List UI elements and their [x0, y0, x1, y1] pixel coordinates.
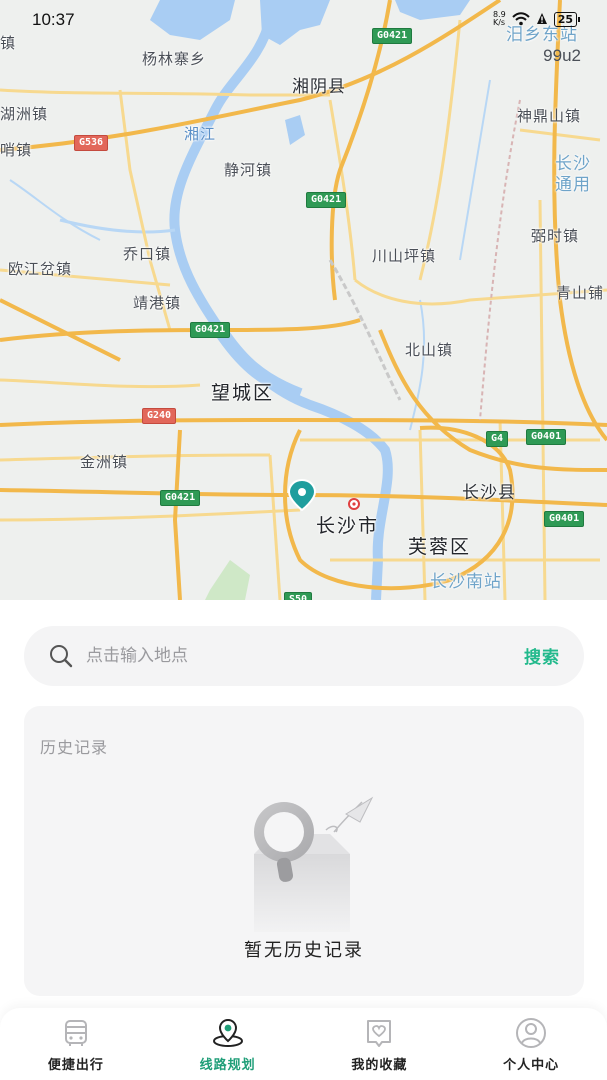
map-version-label: 99u2: [543, 46, 581, 65]
search-input[interactable]: [86, 642, 486, 670]
map-label-river: 湘江: [184, 125, 217, 143]
nav-item-personal-center[interactable]: 个人中心: [455, 1008, 607, 1080]
search-icon: [50, 645, 73, 668]
status-time: 10:37: [32, 10, 75, 29]
map-label-town: 欧江岔镇: [8, 260, 73, 278]
highway-shield: S50: [284, 592, 313, 600]
map-label-town: 北山镇: [405, 341, 454, 359]
location-pin-icon: [287, 478, 317, 512]
highway-shield: G4: [486, 431, 509, 447]
highway-shield: G0421: [190, 322, 231, 338]
map-label-city: 长沙市: [316, 515, 380, 537]
map-label-town: 湖洲镇: [0, 105, 49, 123]
nav-item-convenient-travel[interactable]: 便捷出行: [0, 1008, 152, 1080]
empty-history-text: 暂无历史记录: [244, 940, 364, 961]
battery-icon: 25: [553, 11, 581, 27]
map-label-town: 哨镇: [0, 141, 33, 159]
status-icons: 8.9 K/s 25: [492, 10, 581, 27]
history-card: 历史记录 暂无历史记录: [24, 706, 584, 996]
bottom-nav: 便捷出行 线路规划 我的收藏 个人中心: [0, 1008, 607, 1080]
highway-shield: G0421: [306, 192, 347, 208]
empty-search-illustration-icon: [254, 796, 374, 932]
map-view[interactable]: 镇 杨林寨乡 湘阴县 汨乡东站 湖洲镇 哨镇 湘江 静河镇 神鼎山镇 长沙 通用…: [0, 0, 607, 600]
nav-label: 线路规划: [199, 1058, 256, 1073]
map-label-town: 金洲镇: [80, 453, 129, 471]
map-label-town: 静河镇: [224, 161, 273, 179]
favorite-icon: [367, 1020, 392, 1047]
status-bar: 10:37 8.9 K/s 25: [0, 0, 607, 40]
alert-icon: [536, 13, 547, 24]
nav-item-route-planning[interactable]: 线路规划: [152, 1008, 304, 1080]
nav-label: 便捷出行: [47, 1058, 104, 1073]
map-label-town: 神鼎山镇: [517, 107, 582, 125]
map-label-town: 弼时镇: [531, 227, 580, 245]
highway-shield: G536: [74, 135, 109, 151]
map-label-county: 湘阴县: [292, 77, 346, 97]
map-label-town: 乔口镇: [123, 245, 172, 263]
map-label-town: 靖港镇: [133, 294, 182, 312]
highway-shield: G0401: [544, 511, 585, 527]
nav-label: 个人中心: [503, 1058, 560, 1073]
wifi-icon: [511, 12, 530, 26]
map-label-town: 杨林寨乡: [142, 50, 207, 68]
highway-shield: G240: [142, 408, 177, 424]
search-bar[interactable]: 搜索: [24, 626, 584, 686]
map-label-district: 望城区: [211, 382, 275, 404]
highway-shield: G0401: [526, 429, 567, 445]
bus-icon: [64, 1020, 87, 1046]
map-label-town: 青山铺: [556, 284, 605, 302]
map-label-county: 长沙县: [462, 483, 516, 503]
map-label-district: 芙蓉区: [408, 536, 472, 558]
map-label-station: 长沙 通用: [555, 154, 591, 195]
net-speed: 8.9 K/s: [492, 10, 506, 27]
nav-label: 我的收藏: [351, 1058, 408, 1073]
map-label-station: 长沙南站: [430, 572, 502, 592]
nav-item-my-favorites[interactable]: 我的收藏: [304, 1008, 456, 1080]
history-title: 历史记录: [40, 738, 109, 757]
search-button[interactable]: 搜索: [524, 643, 560, 668]
map-label-town: 川山坪镇: [372, 247, 437, 265]
user-icon: [516, 1018, 547, 1048]
highway-shield: G0421: [160, 490, 201, 506]
route-location-icon: [212, 1018, 243, 1047]
